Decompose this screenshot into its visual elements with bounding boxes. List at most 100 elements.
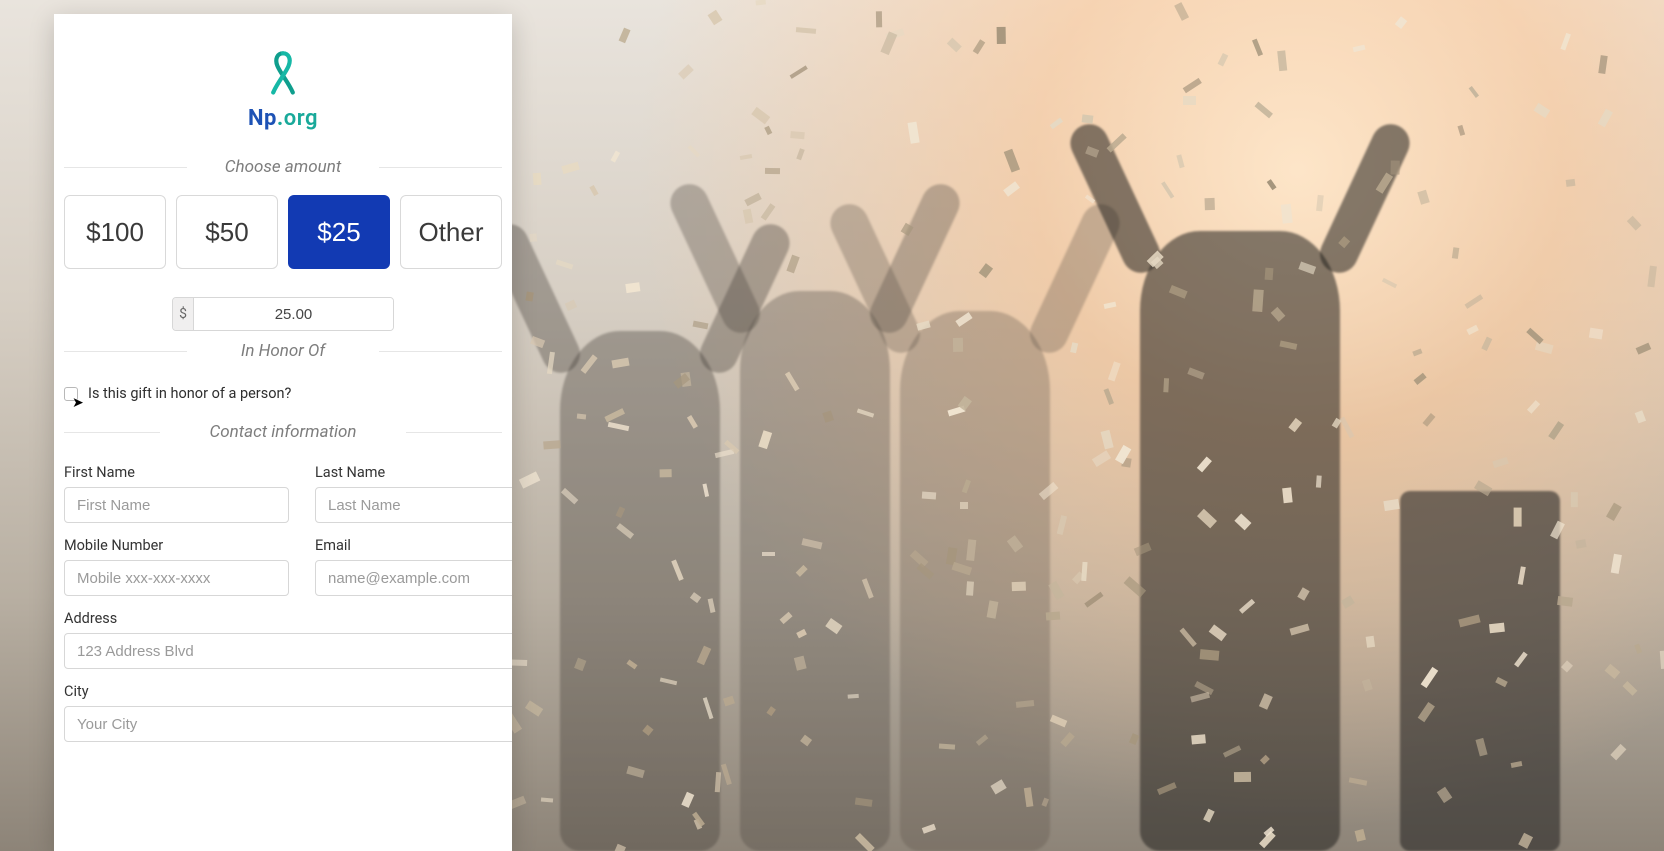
honor-block: ➤ Is this gift in honor of a person? xyxy=(64,379,502,416)
confetti-piece xyxy=(744,193,762,207)
currency-prefix: $ xyxy=(173,298,194,330)
confetti-piece xyxy=(1576,539,1587,549)
confetti-piece xyxy=(1362,678,1373,691)
amount-option-50[interactable]: $50 xyxy=(176,195,278,269)
confetti-piece xyxy=(1588,328,1603,340)
confetti-piece xyxy=(541,797,553,802)
confetti-piece xyxy=(1611,554,1622,574)
confetti-piece xyxy=(1281,203,1292,223)
confetti-piece xyxy=(1466,325,1478,335)
confetti-piece xyxy=(1623,681,1638,696)
confetti-piece xyxy=(723,696,735,707)
label-email: Email xyxy=(315,537,512,554)
field-address: Address xyxy=(64,610,512,669)
confetti-piece xyxy=(1092,450,1111,467)
confetti-piece xyxy=(1423,413,1435,426)
confetti-piece xyxy=(960,502,968,509)
logo-brand-dot: . xyxy=(277,106,284,131)
confetti-piece xyxy=(1648,266,1658,287)
confetti-piece xyxy=(847,694,858,699)
confetti-piece xyxy=(1413,373,1426,385)
confetti-piece xyxy=(687,145,700,158)
confetti-piece xyxy=(1012,582,1026,591)
field-last-name: Last Name xyxy=(315,464,512,523)
confetti-piece xyxy=(1082,562,1088,581)
confetti-piece xyxy=(1341,595,1355,608)
confetti-piece xyxy=(1049,118,1062,130)
confetti-piece xyxy=(1626,216,1641,231)
confetti-piece xyxy=(1635,644,1643,654)
confetti-piece xyxy=(1070,342,1078,353)
confetti-piece xyxy=(1492,457,1509,468)
confetti-piece xyxy=(708,10,722,25)
honor-checkbox[interactable] xyxy=(64,387,78,401)
confetti-piece xyxy=(1383,499,1400,511)
label-mobile: Mobile Number xyxy=(64,537,289,554)
confetti-piece xyxy=(1277,50,1287,71)
section-title-contact: Contact information xyxy=(195,422,370,442)
confetti-piece xyxy=(1561,660,1573,672)
confetti-piece xyxy=(1234,772,1251,782)
confetti-piece xyxy=(1267,179,1277,190)
confetti-piece xyxy=(1100,430,1113,450)
confetti-piece xyxy=(1605,664,1621,679)
confetti-piece xyxy=(1130,733,1140,745)
confetti-piece xyxy=(752,107,771,125)
section-divider-amount: Choose amount xyxy=(64,157,502,177)
custom-amount-input[interactable] xyxy=(194,298,393,330)
confetti-piece xyxy=(1464,294,1483,309)
input-address[interactable] xyxy=(64,633,512,669)
input-last-name[interactable] xyxy=(315,487,512,523)
confetti-piece xyxy=(796,148,804,160)
confetti-piece xyxy=(740,154,753,160)
confetti-piece xyxy=(589,185,598,196)
amount-option-other[interactable]: Other xyxy=(400,195,502,269)
confetti-piece xyxy=(953,338,963,352)
confetti-piece xyxy=(1566,178,1576,186)
confetti-piece xyxy=(1458,125,1465,136)
confetti-piece xyxy=(1084,592,1104,608)
amount-option-100[interactable]: $100 xyxy=(64,195,166,269)
confetti-piece xyxy=(1183,78,1202,94)
confetti-piece xyxy=(619,28,630,43)
input-city[interactable] xyxy=(64,706,512,742)
page-root: Np.org Choose amount $100 $50 $25 Other … xyxy=(0,0,1664,851)
confetti-piece xyxy=(1489,622,1505,633)
confetti-piece xyxy=(1514,508,1522,527)
confetti-piece xyxy=(519,472,540,489)
confetti-piece xyxy=(1451,247,1459,259)
confetti-piece xyxy=(525,292,533,302)
confetti-piece xyxy=(756,0,766,6)
label-address: Address xyxy=(64,610,512,627)
confetti-piece xyxy=(1265,268,1274,281)
confetti-piece xyxy=(1004,149,1020,172)
input-mobile[interactable] xyxy=(64,560,289,596)
confetti-piece xyxy=(1390,160,1399,174)
logo-brand-org: org xyxy=(284,106,318,131)
confetti-piece xyxy=(787,254,800,272)
input-first-name[interactable] xyxy=(64,487,289,523)
confetti-piece xyxy=(1561,32,1572,50)
confetti-piece xyxy=(762,552,775,556)
confetti-piece xyxy=(1534,103,1550,118)
confetti-piece xyxy=(1417,190,1429,205)
section-divider-honor: In Honor Of xyxy=(64,341,502,361)
contact-form: First Name Last Name Mobile Number Email… xyxy=(64,460,502,742)
amount-option-25[interactable]: $25 xyxy=(288,195,390,269)
field-email: Email xyxy=(315,537,512,596)
confetti-piece xyxy=(1394,17,1406,30)
confetti-piece xyxy=(1606,503,1622,521)
confetti-piece xyxy=(922,492,937,500)
confetti-piece xyxy=(764,125,772,134)
confetti-piece xyxy=(610,151,620,163)
radiator xyxy=(1400,491,1560,851)
confetti-piece xyxy=(1176,155,1184,169)
confetti-piece xyxy=(1183,96,1195,104)
input-email[interactable] xyxy=(315,560,512,596)
confetti-piece xyxy=(1050,716,1067,728)
confetti-piece xyxy=(1252,289,1263,311)
amount-options: $100 $50 $25 Other xyxy=(64,195,502,269)
confetti-piece xyxy=(721,764,732,786)
confetti-piece xyxy=(907,122,919,144)
confetti-piece xyxy=(1598,109,1613,128)
